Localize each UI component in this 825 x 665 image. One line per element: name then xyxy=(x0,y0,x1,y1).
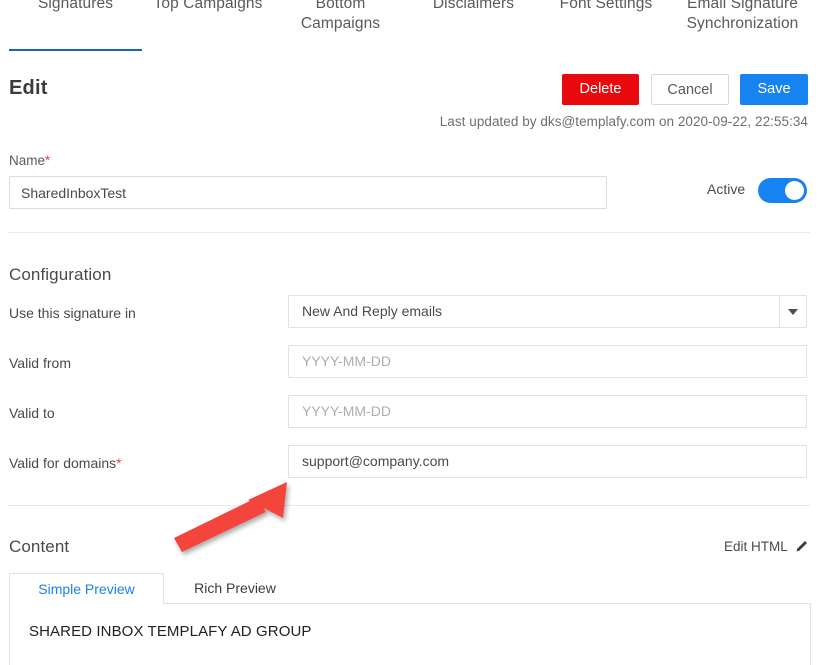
active-toggle-label: Active xyxy=(707,181,745,197)
label-valid-for-domains: Valid for domains* xyxy=(9,455,122,471)
toggle-knob xyxy=(785,181,804,200)
valid-from-input[interactable]: YYYY-MM-DD xyxy=(288,345,807,378)
tab-signatures[interactable]: Signatures xyxy=(9,0,142,14)
tab-disclaimers[interactable]: Disclaimers xyxy=(404,0,543,14)
valid-from-placeholder: YYYY-MM-DD xyxy=(302,346,391,377)
active-toggle-switch[interactable] xyxy=(758,178,807,203)
valid-for-domains-label-text: Valid for domains xyxy=(9,455,116,471)
primary-tab-bar: Signatures Top Campaigns Bottom Campaign… xyxy=(0,0,825,52)
cancel-button[interactable]: Cancel xyxy=(651,74,729,105)
content-section-title: Content xyxy=(9,537,69,557)
tab-email-signature-synchronization[interactable]: Email Signature Synchronization xyxy=(669,0,816,34)
valid-for-domains-required-asterisk: * xyxy=(116,455,121,471)
valid-to-placeholder: YYYY-MM-DD xyxy=(302,396,391,427)
edit-html-label: Edit HTML xyxy=(724,539,787,554)
tab-rich-preview[interactable]: Rich Preview xyxy=(164,573,306,604)
pencil-icon xyxy=(795,540,808,556)
label-valid-from: Valid from xyxy=(9,355,71,371)
valid-to-input[interactable]: YYYY-MM-DD xyxy=(288,395,807,428)
name-required-asterisk: * xyxy=(45,153,50,168)
divider-above-content xyxy=(8,505,810,506)
tab-top-campaigns[interactable]: Top Campaigns xyxy=(142,0,274,14)
chevron-down-icon[interactable] xyxy=(788,309,798,315)
page-title: Edit xyxy=(9,77,48,100)
tab-font-settings[interactable]: Font Settings xyxy=(543,0,669,14)
use-this-signature-in-value: New And Reply emails xyxy=(302,296,442,327)
select-separator xyxy=(779,296,780,327)
label-valid-to: Valid to xyxy=(9,405,55,421)
edit-html-button[interactable]: Edit HTML xyxy=(724,539,808,556)
name-input[interactable] xyxy=(9,176,607,209)
preview-body-text: SHARED INBOX TEMPLAFY AD GROUP xyxy=(29,623,312,640)
tab-simple-preview[interactable]: Simple Preview xyxy=(9,573,164,604)
divider-above-configuration xyxy=(8,232,810,233)
valid-for-domains-input[interactable]: support@company.com xyxy=(288,445,807,478)
tab-bottom-campaigns[interactable]: Bottom Campaigns xyxy=(279,0,402,34)
configuration-section-title: Configuration xyxy=(9,265,111,285)
name-label-text: Name xyxy=(9,153,45,168)
annotation-arrow xyxy=(174,482,287,552)
preview-tab-bar: Simple Preview Rich Preview xyxy=(9,573,811,604)
last-updated-text: Last updated by dks@templafy.com on 2020… xyxy=(440,114,808,129)
label-use-this-signature-in: Use this signature in xyxy=(9,305,136,321)
delete-button[interactable]: Delete xyxy=(562,74,639,105)
save-button[interactable]: Save xyxy=(740,74,808,105)
preview-panel: SHARED INBOX TEMPLAFY AD GROUP xyxy=(9,603,811,665)
valid-for-domains-value: support@company.com xyxy=(302,446,449,477)
name-label: Name* xyxy=(9,153,50,168)
use-this-signature-in-select[interactable]: New And Reply emails xyxy=(288,295,807,328)
active-tab-indicator xyxy=(9,49,142,51)
